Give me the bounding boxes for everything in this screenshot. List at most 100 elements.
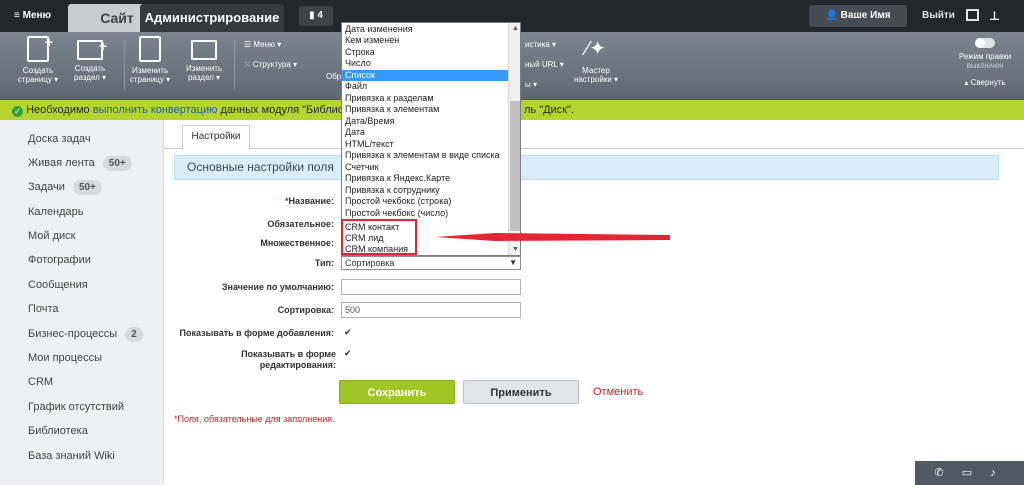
sidebar-item-label: Задачи	[28, 181, 65, 193]
page-add-icon: +	[27, 35, 53, 62]
sidebar-item-label: Мой диск	[28, 230, 76, 242]
edit-section-button[interactable]: Изменить раздел ▾	[176, 36, 232, 82]
sidebar-item-photos[interactable]: Фотографии	[28, 251, 91, 269]
sidebar-item-label: График отсутствий	[28, 401, 125, 413]
bottom-bar: ✆ ▭ ♪	[915, 461, 1024, 485]
sidebar-item-tasks[interactable]: Задачи 50+	[28, 178, 102, 196]
check-icon: ✓	[12, 106, 23, 117]
dropdown-option[interactable]: Привязка к элементам	[345, 104, 439, 115]
dropdown-option[interactable]: Кем изменен	[345, 35, 399, 46]
sort-input[interactable]: 500	[341, 302, 521, 318]
dropdown-option[interactable]: Привязка к сотруднику	[345, 185, 440, 196]
logout-link[interactable]: Выйти	[922, 0, 955, 32]
edit-page-button[interactable]: Изменить страницу ▾	[122, 36, 178, 84]
create-section-label: Создать раздел ▾	[73, 64, 107, 82]
annotation-highlight-box	[341, 219, 417, 255]
default-value-label: Значение по умолчанию:	[221, 282, 334, 292]
sidebar-item-messages[interactable]: Сообщения	[28, 276, 88, 294]
collapse-link[interactable]: ▴ Свернуть	[964, 78, 1005, 87]
sidebar-item-library[interactable]: Библиотека	[28, 422, 88, 440]
cancel-link[interactable]: Отменить	[593, 380, 653, 404]
short-url-dropdown[interactable]: ный URL ▾	[525, 60, 564, 70]
sidebar-item-calendar[interactable]: Календарь	[28, 203, 84, 221]
sidebar-item-label: Библиотека	[28, 425, 88, 437]
pin-icon[interactable]: ⊥	[989, 0, 1000, 32]
create-section-button[interactable]: + Создать раздел ▾	[62, 36, 118, 82]
chat-icon[interactable]: ▭	[957, 465, 977, 481]
toggle-switch[interactable]	[975, 38, 995, 48]
sidebar-item-crm[interactable]: CRM	[28, 373, 53, 391]
counter-badge: 50+	[72, 180, 102, 195]
type-field-label: Тип:	[314, 258, 334, 268]
bell-icon[interactable]: ♪	[983, 465, 1003, 481]
dropdown-option[interactable]: Дата изменения	[345, 24, 413, 35]
dropdown-option[interactable]: Привязка к элементам в виде списка	[345, 150, 500, 161]
dropdown-option[interactable]: Простой чекбокс (число)	[345, 208, 448, 219]
dropdown-arrow-icon: ▼	[509, 258, 517, 267]
dropdown-scrollbar[interactable]: ▲ ▼	[508, 23, 520, 255]
save-button[interactable]: Сохранить	[339, 380, 455, 404]
notifications-button[interactable]: ▮ 4	[299, 6, 333, 26]
sidebar-item-wiki[interactable]: База знаний Wiki	[28, 447, 115, 465]
partial-button-left[interactable]: Обр	[326, 72, 341, 82]
statistics-dropdown[interactable]: истика ▾	[525, 40, 556, 50]
scroll-down-icon[interactable]: ▼	[509, 244, 520, 255]
sidebar-item-live-feed[interactable]: Живая лента 50+	[28, 154, 132, 172]
sidebar-item-label: База знаний Wiki	[28, 450, 115, 462]
apply-button[interactable]: Применить	[463, 380, 579, 404]
edit-mode-state: выключен	[966, 61, 1004, 70]
dropdown-option[interactable]: Дата	[345, 127, 365, 138]
phone-icon[interactable]: ✆	[929, 465, 949, 481]
scrollbar-thumb[interactable]	[510, 101, 520, 231]
dropdown-option[interactable]: Привязка к Яндекс.Карте	[345, 173, 450, 184]
default-value-input[interactable]	[341, 279, 521, 295]
notice-suffix: ль "Диск".	[524, 104, 574, 116]
folder-add-icon: +	[77, 39, 107, 60]
dropdown-option[interactable]: Дата/Время	[345, 116, 395, 127]
edit-mode-toggle[interactable]: Режим правки выключен ▴ Свернуть	[955, 38, 1015, 87]
sidebar-item-label: Сообщения	[28, 279, 88, 291]
sidebar-item-label: Почта	[28, 303, 59, 315]
required-note: *Поля, обязательные для заполнения.	[174, 414, 335, 424]
sort-label: Сортировка:	[277, 305, 334, 315]
notice-prefix: Необходимо	[26, 104, 90, 116]
menu-button[interactable]: ≡ Меню	[14, 0, 51, 32]
required-field-label: Обязательное:	[267, 219, 334, 229]
section-header: Основные настройки поля	[174, 155, 999, 180]
dropdown-option[interactable]: Файл	[345, 81, 367, 92]
dropdown-option[interactable]: HTML/текст	[345, 139, 394, 150]
dropdown-option[interactable]: Счетчик	[345, 162, 379, 173]
name-field-label: *Название:	[285, 196, 334, 206]
sidebar-item-absence-chart[interactable]: График отсутствий	[28, 398, 124, 416]
user-menu-button[interactable]: 👤 Ваше Имя	[809, 5, 907, 27]
annotation-arrow	[435, 233, 670, 241]
show-in-edit-form-checkbox[interactable]: ✔	[344, 349, 353, 358]
sidebar-item-my-drive[interactable]: Мой диск	[28, 227, 75, 245]
dropdown-option[interactable]: Строка	[345, 47, 375, 58]
sidebar-item-task-board[interactable]: Доска задач	[28, 130, 91, 148]
tab-settings[interactable]: Настройки	[182, 125, 250, 149]
magic-wand-icon: ⁄✦	[585, 38, 607, 60]
partial-dropdown-bottom[interactable]: ы ▾	[525, 80, 537, 90]
panel-icon[interactable]	[966, 9, 979, 21]
dropdown-option-selected[interactable]: Список	[342, 70, 508, 81]
sidebar-item-mail[interactable]: Почта	[28, 300, 59, 318]
type-select[interactable]: Сортировка ▼	[341, 256, 521, 270]
dropdown-option[interactable]: Простой чекбокс (строка)	[345, 196, 451, 207]
convert-link[interactable]: выполнить конвертацию	[93, 104, 218, 116]
folder-lock-icon	[191, 40, 217, 60]
structure-dropdown[interactable]: ⁙ Структура ▾	[244, 60, 297, 70]
show-in-add-form-checkbox[interactable]: ✔	[344, 328, 353, 337]
wizard-button[interactable]: ⁄✦ Мастер настройки ▾	[568, 36, 624, 84]
sidebar-item-my-processes[interactable]: Мои процессы	[28, 349, 102, 367]
menu-dropdown[interactable]: ☰ Меню ▾	[244, 40, 281, 50]
sidebar-item-business-processes[interactable]: Бизнес-процессы 2	[28, 325, 143, 343]
create-page-label: Создать страницу ▾	[17, 66, 59, 84]
tab-administration[interactable]: Администрирование	[140, 4, 284, 32]
dropdown-option[interactable]: Привязка к разделам	[345, 93, 434, 104]
scroll-up-icon[interactable]: ▲	[509, 23, 520, 34]
toolbar-divider	[234, 40, 235, 90]
dropdown-option[interactable]: Число	[345, 58, 371, 69]
wizard-label: Мастер настройки ▾	[573, 66, 619, 84]
create-page-button[interactable]: + Создать страницу ▾	[10, 35, 66, 84]
